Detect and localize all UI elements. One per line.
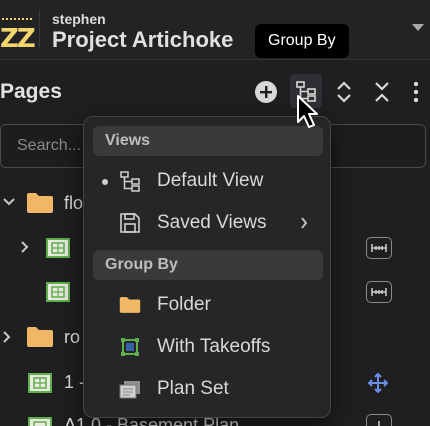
folder-icon [27, 327, 53, 347]
saved-views-label: Saved Views [157, 212, 267, 233]
tree-row-label: 1 - [64, 372, 86, 392]
logo-ruler-icon [2, 18, 32, 21]
organization-name: stephen [52, 11, 106, 27]
expand-icon [337, 81, 351, 103]
views-section-header: Views [93, 126, 323, 156]
group-by-tooltip: Group By [255, 24, 349, 58]
plan-set-icon [119, 381, 140, 399]
app-logo[interactable]: ZZ [0, 10, 40, 54]
default-view-label: Default View [157, 170, 264, 191]
expand-all-button[interactable] [330, 78, 358, 106]
group-by-menu: Views Default View Saved Views Group By … [83, 116, 331, 418]
mouse-cursor-icon [297, 95, 318, 128]
with-takeoffs-label: With Takeoffs [157, 336, 271, 357]
pages-title: Pages [0, 80, 62, 103]
menu-item-saved-views[interactable]: Saved Views [84, 203, 330, 243]
add-page-button[interactable] [252, 78, 280, 106]
chevron-down-icon [3, 198, 15, 206]
folder-label: Folder [157, 294, 211, 315]
plan-icon [46, 238, 70, 258]
plan-icon [28, 417, 52, 426]
collapse-icon [375, 82, 389, 102]
save-icon [120, 213, 140, 233]
menu-item-folder[interactable]: Folder [84, 285, 330, 325]
info-icon[interactable] [366, 414, 392, 426]
measure-icon[interactable] [366, 281, 392, 303]
project-name[interactable]: Project Artichoke [52, 27, 233, 53]
crosshair-icon [368, 373, 388, 393]
plus-circle-icon [255, 81, 277, 103]
menu-item-with-takeoffs[interactable]: With Takeoffs [84, 327, 330, 367]
plan-set-label: Plan Set [157, 378, 229, 399]
chevron-right-icon [3, 331, 11, 343]
logo-text: ZZ [0, 24, 36, 54]
menu-item-default-view[interactable]: Default View [84, 161, 330, 201]
plan-icon [46, 282, 70, 302]
tree-row-label: ro [64, 327, 81, 347]
collapse-all-button[interactable] [368, 78, 396, 106]
tree-row-label: flo [64, 193, 84, 213]
menu-item-plan-set[interactable]: Plan Set [84, 369, 330, 409]
more-options-button[interactable] [404, 78, 428, 106]
plan-icon [28, 373, 52, 393]
project-header: ZZ stephen Project Artichoke [0, 0, 430, 60]
folder-icon [119, 297, 141, 313]
measure-icon[interactable] [366, 237, 392, 259]
chevron-right-icon [301, 217, 308, 229]
folder-icon [27, 193, 53, 213]
hierarchy-icon [120, 171, 140, 192]
group-by-section-header: Group By [93, 250, 323, 280]
chevron-right-icon [21, 241, 29, 253]
selected-bullet-icon [102, 179, 108, 185]
kebab-icon [413, 81, 419, 103]
project-dropdown-icon[interactable] [412, 24, 424, 31]
takeoff-icon [121, 338, 139, 356]
